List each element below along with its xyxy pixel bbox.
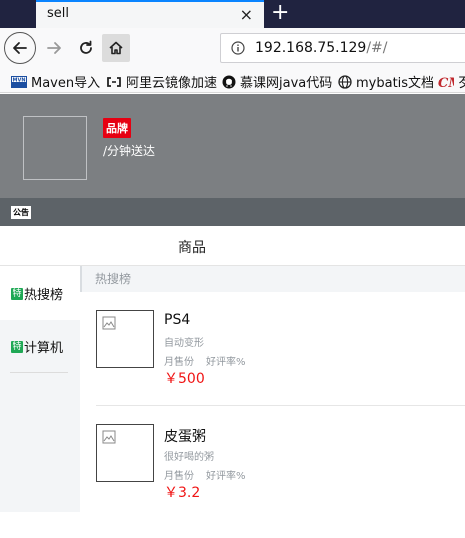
food-price: ￥500 (164, 371, 205, 387)
back-arrow-icon (13, 42, 27, 54)
close-tab-icon[interactable]: × (240, 5, 253, 24)
forward-arrow-icon (47, 42, 61, 54)
browser-tab-sell[interactable]: sell × (36, 0, 264, 28)
home-icon (109, 41, 123, 55)
bookmark-github[interactable]: 慕课网java代码 (222, 72, 332, 91)
section-title: 热搜榜 (80, 266, 465, 292)
bulletin-badge: 公告 (11, 206, 31, 219)
menu-item-label: 特 计算机 (11, 337, 63, 356)
monthly-sales: 月售份 (164, 471, 194, 482)
svg-text:MVN: MVN (12, 77, 25, 83)
bookmark-label: Maven导入 (31, 76, 101, 91)
bulletin-bar[interactable]: 公告 (0, 198, 465, 226)
food-item[interactable]: PS4 自动变形 月售份 好评率% ￥500 (96, 310, 465, 424)
monthly-sales: 月售份 (164, 357, 194, 368)
category-menu: 特 热搜榜 特 计算机 (0, 266, 80, 512)
forward-button[interactable] (40, 34, 68, 62)
cm-icon: CM (438, 76, 454, 89)
bookmarks-toolbar: MVN Maven导入 阿里云镜像加速 慕课网java代码 mybatis文档 … (0, 68, 465, 93)
url-host: 192.168.75.129 (255, 40, 367, 56)
food-image (96, 310, 154, 368)
food-divider (96, 405, 465, 406)
menu-item-text: 计算机 (24, 341, 64, 356)
food-item[interactable]: 皮蛋粥 很好喝的粥 月售份 好评率% ￥3.2 (96, 424, 465, 538)
food-extra: 月售份 好评率% (164, 467, 246, 482)
bookmark-cm[interactable]: CM 歹 (438, 72, 465, 92)
menu-divider (10, 372, 68, 373)
broken-image-icon (102, 316, 116, 330)
bookmark-aliyun[interactable]: 阿里云镜像加速 (106, 72, 217, 91)
menu-item-hot[interactable]: 特 热搜榜 (0, 266, 80, 320)
back-button[interactable] (4, 32, 36, 64)
food-description: 很好喝的粥 (164, 452, 214, 463)
food-extra: 月售份 好评率% (164, 353, 246, 368)
seller-header: 品牌 /分钟送达 (0, 94, 465, 198)
food-name: PS4 (164, 312, 191, 328)
url-text: 192.168.75.129/#/ (255, 40, 388, 56)
food-description: 自动变形 (164, 338, 204, 349)
globe-icon (338, 74, 352, 89)
food-price: ￥3.2 (164, 485, 201, 501)
home-button[interactable] (102, 34, 130, 62)
browser-nav-bar: 192.168.75.129/#/ (0, 28, 465, 68)
reload-button[interactable] (72, 34, 100, 62)
bookmark-label: 歹 (458, 76, 465, 91)
url-bar[interactable]: 192.168.75.129/#/ (220, 33, 465, 63)
menu-item-label: 特 热搜榜 (11, 284, 63, 303)
special-tag-icon: 特 (11, 340, 23, 353)
tab-title: sell (47, 6, 69, 21)
info-icon[interactable] (231, 41, 245, 55)
broken-image-icon (102, 430, 116, 444)
food-image (96, 424, 154, 482)
tab-goods[interactable]: 商品 (178, 237, 206, 257)
seller-avatar (23, 116, 87, 180)
delivery-time: /分钟送达 (103, 144, 156, 158)
bookmark-label: mybatis文档 (356, 76, 435, 91)
aliyun-icon (107, 76, 121, 87)
browser-tab-strip: sell × + (0, 0, 465, 28)
bookmark-mybatis[interactable]: mybatis文档 (338, 72, 434, 91)
menu-item-text: 热搜榜 (24, 288, 64, 303)
bookmark-maven[interactable]: MVN Maven导入 (11, 72, 100, 91)
github-icon (222, 75, 236, 88)
food-name: 皮蛋粥 (164, 429, 206, 445)
menu-item-computer[interactable]: 特 计算机 (0, 320, 80, 374)
maven-icon: MVN (11, 75, 27, 88)
rating: 好评率% (206, 357, 246, 368)
svg-text:CM: CM (438, 76, 454, 89)
new-tab-button[interactable]: + (271, 1, 289, 25)
bookmark-label: 慕课网java代码 (240, 76, 333, 91)
rating: 好评率% (206, 471, 246, 482)
special-tag-icon: 特 (11, 287, 23, 300)
brand-badge: 品牌 (103, 118, 131, 138)
page-tabs: 商品 (0, 226, 465, 266)
bookmark-label: 阿里云镜像加速 (126, 76, 218, 91)
reload-icon (80, 40, 92, 54)
food-list: 热搜榜 PS4 自动变形 月售份 好评率% ￥500 皮蛋粥 很好喝的粥 月售份好… (80, 266, 465, 512)
url-path: /#/ (366, 40, 388, 56)
